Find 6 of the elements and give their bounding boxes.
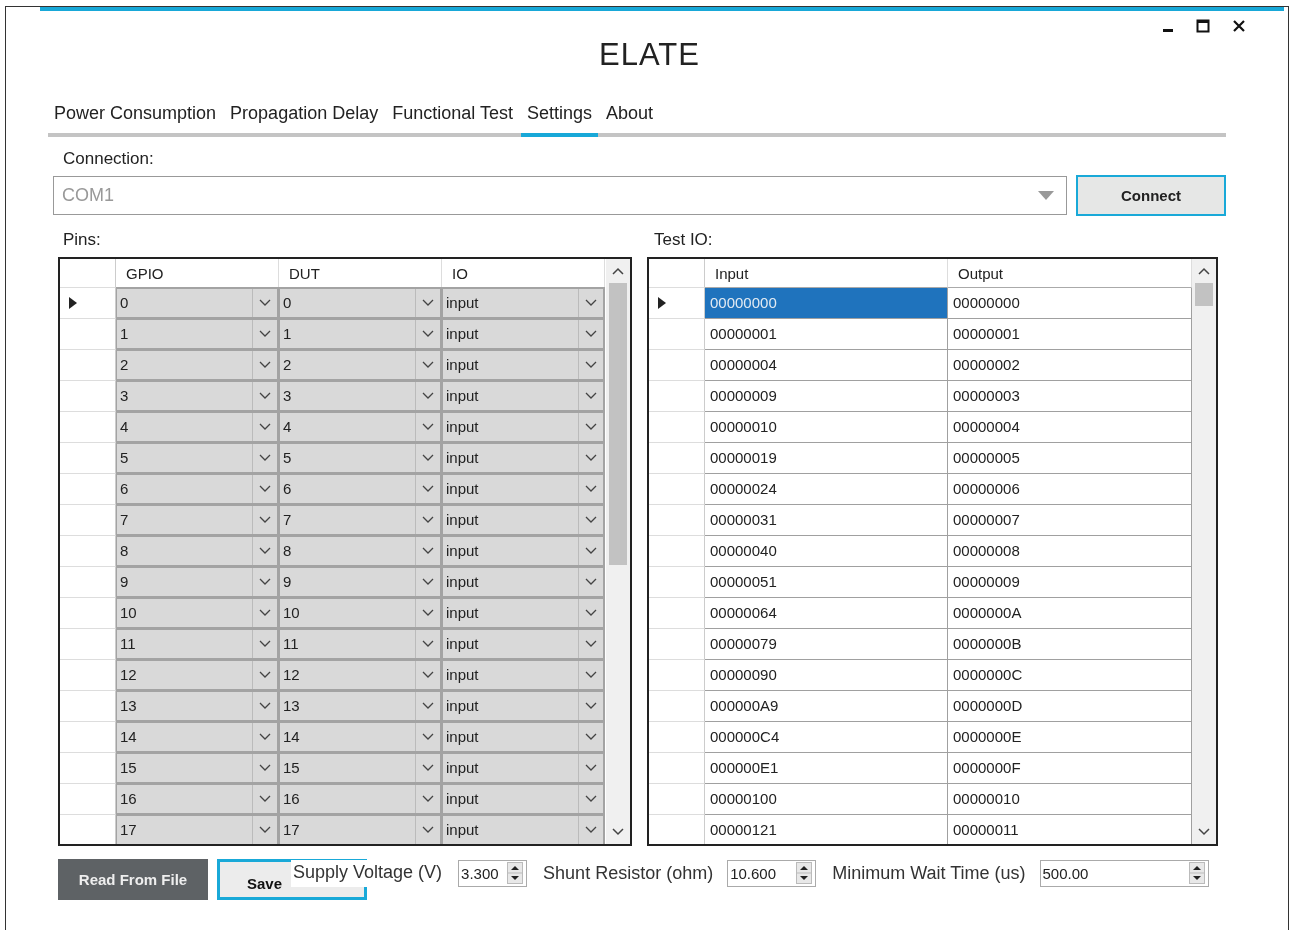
setting-label: Shunt Resistor (ohm) — [543, 862, 714, 884]
test-io-label: Test IO: — [653, 230, 714, 250]
setting-label: Minimum Wait Time (us) — [832, 862, 1026, 884]
pins-label: Pins: — [62, 230, 102, 250]
window-title: ELATE — [599, 37, 700, 73]
connection-label: Connection: — [62, 149, 155, 169]
